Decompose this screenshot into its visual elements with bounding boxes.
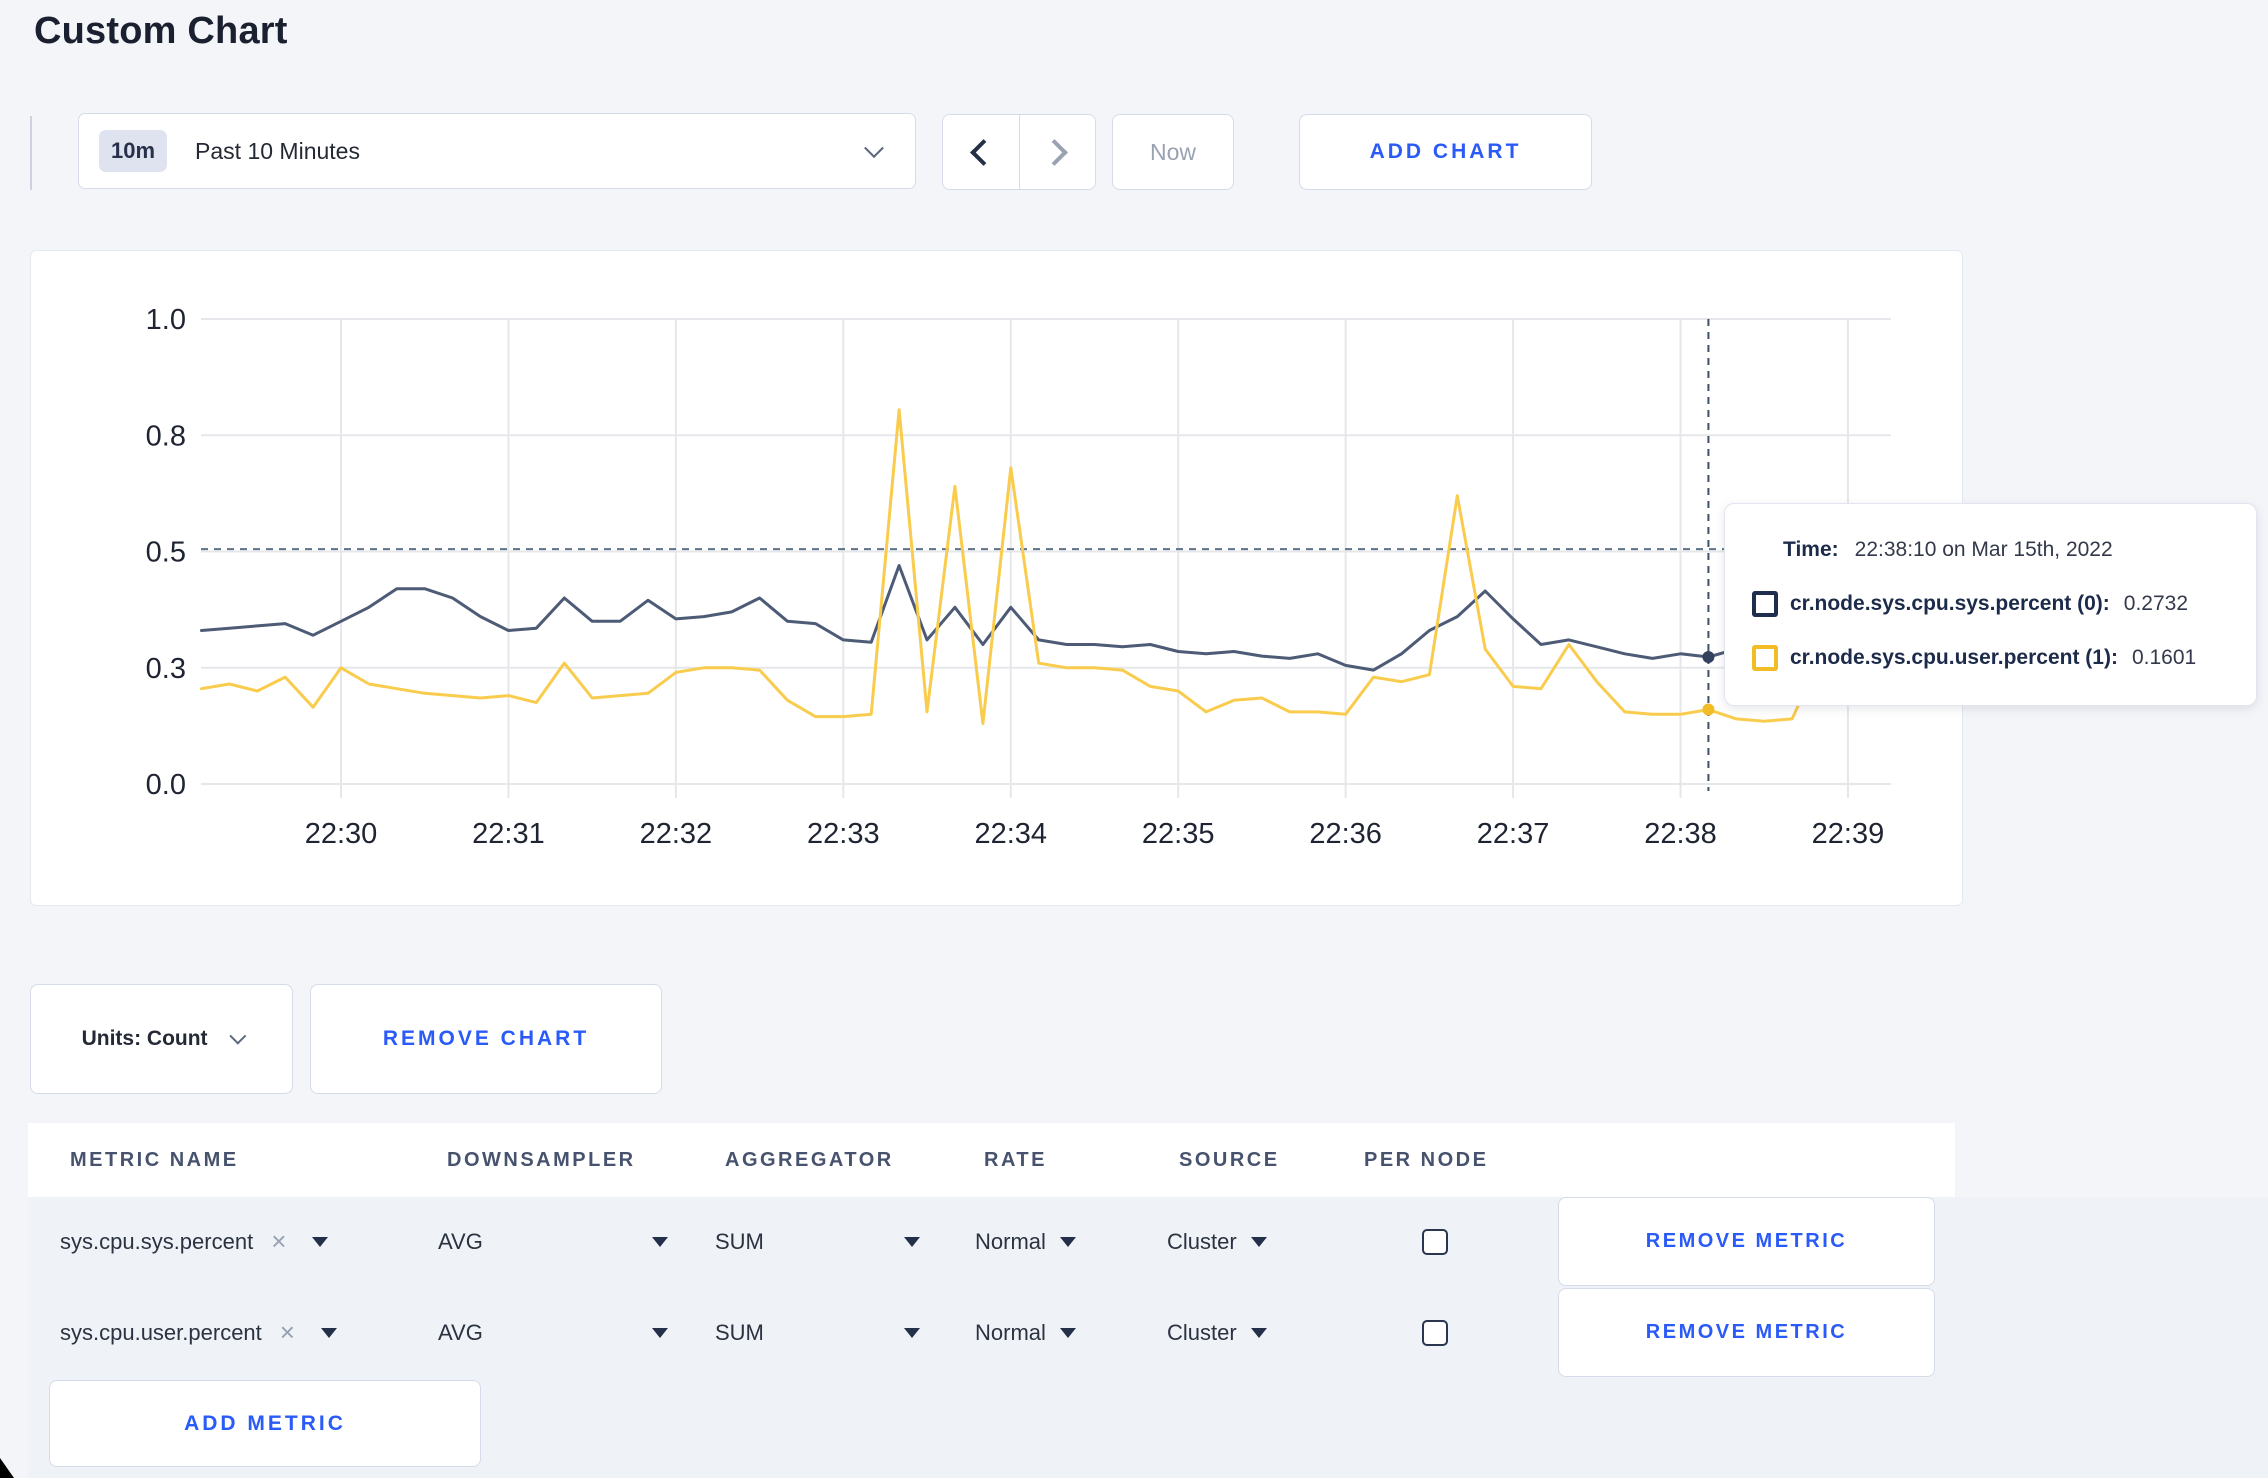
user-series-swatch-icon	[1752, 644, 1778, 671]
remove-metric-button[interactable]: REMOVE METRIC	[1558, 1197, 1935, 1286]
downsampler-value: AVG	[438, 1228, 483, 1254]
y-tick-label: 0.8	[146, 420, 186, 452]
caret-down-icon	[1250, 1327, 1267, 1338]
downsampler-value: AVG	[438, 1319, 483, 1345]
y-tick-label: 0.0	[146, 769, 186, 801]
per-node-checkbox[interactable]	[1422, 1319, 1448, 1346]
metric-name-value: sys.cpu.sys.percent	[60, 1228, 254, 1254]
caret-down-icon	[904, 1236, 920, 1247]
series-line-1	[200, 408, 1878, 726]
x-tick-label: 22:39	[1812, 818, 1885, 850]
tooltip-time-row: Time: 22:38:10 on Mar 15th, 2022	[1725, 538, 2256, 562]
per-node-cell	[1422, 1197, 1448, 1286]
caret-down-icon	[1250, 1236, 1267, 1247]
x-tick-label: 22:34	[974, 818, 1047, 850]
rate-value: Normal	[975, 1319, 1046, 1345]
caret-down-icon	[1059, 1236, 1076, 1247]
chevron-left-icon	[970, 138, 998, 166]
header-per-node: PER NODE	[1364, 1148, 1489, 1171]
header-aggregator: AGGREGATOR	[725, 1148, 894, 1171]
aggregator-select[interactable]: SUM	[715, 1197, 920, 1286]
header-metric-name: METRIC NAME	[70, 1148, 239, 1171]
now-button[interactable]: Now	[1112, 114, 1234, 190]
next-time-button[interactable]	[1018, 115, 1095, 189]
y-tick-label: 0.3	[146, 653, 186, 685]
metric-row: sys.cpu.sys.percent × AVG SUM Normal Clu…	[28, 1197, 1955, 1286]
downsampler-select[interactable]: AVG	[438, 1197, 668, 1286]
crosshair-marker	[1702, 650, 1715, 663]
x-tick-label: 22:35	[1142, 818, 1215, 850]
tooltip-series-row: cr.node.sys.cpu.user.percent (1): 0.1601	[1725, 644, 2256, 671]
tooltip-time-value: 22:38:10 on Mar 15th, 2022	[1854, 538, 2113, 562]
chevron-right-icon	[1040, 138, 1068, 166]
caret-down-icon	[652, 1327, 668, 1338]
header-rate: RATE	[984, 1148, 1047, 1171]
rate-value: Normal	[975, 1228, 1046, 1254]
tooltip-series-value: 0.1601	[2131, 645, 2197, 669]
per-node-cell	[1422, 1288, 1448, 1377]
time-range-badge: 10m	[99, 130, 168, 172]
aggregator-value: SUM	[715, 1319, 764, 1345]
tooltip-series-value: 0.2732	[2123, 591, 2189, 615]
time-range-label: Past 10 Minutes	[195, 137, 360, 164]
sys-series-swatch-icon	[1752, 590, 1778, 617]
y-tick-label: 0.5	[146, 537, 186, 569]
rate-select[interactable]: Normal	[975, 1197, 1076, 1286]
per-node-checkbox[interactable]	[1422, 1228, 1448, 1255]
source-value: Cluster	[1167, 1319, 1237, 1345]
aggregator-value: SUM	[715, 1228, 764, 1254]
header-downsampler: DOWNSAMPLER	[447, 1148, 636, 1171]
chart-tooltip: Time: 22:38:10 on Mar 15th, 2022 cr.node…	[1724, 503, 2257, 706]
downsampler-select[interactable]: AVG	[438, 1288, 668, 1377]
caret-down-icon	[904, 1327, 920, 1338]
x-tick-label: 22:33	[807, 818, 880, 850]
caret-down-icon	[312, 1236, 329, 1247]
units-dropdown[interactable]: Units: Count	[30, 984, 293, 1094]
chart-card: 0.0 0.3 0.5 0.8 1.0 22:30 22:31 22:32 22:33 22:34…	[30, 250, 1963, 906]
x-tick-label: 22:31	[472, 818, 545, 850]
x-tick-label: 22:36	[1309, 818, 1382, 850]
clear-metric-icon[interactable]: ×	[280, 1317, 295, 1348]
chevron-down-icon	[229, 1027, 247, 1045]
metric-name-value: sys.cpu.user.percent	[60, 1319, 262, 1345]
time-range-dropdown[interactable]: 10m Past 10 Minutes	[78, 113, 916, 189]
clear-metric-icon[interactable]: ×	[271, 1226, 286, 1257]
x-tick-label: 22:32	[640, 818, 713, 850]
page-title: Custom Chart	[34, 10, 288, 52]
units-label: Units: Count	[81, 1027, 208, 1050]
line-chart[interactable]: 0.0 0.3 0.5 0.8 1.0 22:30 22:31 22:32 22:33 22:34…	[31, 251, 1964, 907]
remove-chart-button[interactable]: REMOVE CHART	[310, 984, 662, 1094]
prev-time-button[interactable]	[943, 115, 1019, 189]
time-nav-group	[942, 114, 1096, 190]
chevron-down-icon	[864, 138, 884, 159]
remove-metric-button[interactable]: REMOVE METRIC	[1558, 1288, 1935, 1377]
aggregator-select[interactable]: SUM	[715, 1288, 920, 1377]
x-tick-label: 22:30	[305, 818, 378, 850]
tooltip-time-label: Time:	[1783, 538, 1839, 562]
x-tick-label: 22:37	[1477, 818, 1550, 850]
caret-down-icon	[652, 1236, 668, 1247]
header-source: SOURCE	[1179, 1148, 1280, 1171]
metrics-table-header: METRIC NAME DOWNSAMPLER AGGREGATOR RATE …	[28, 1123, 1955, 1197]
source-select[interactable]: Cluster	[1167, 1197, 1267, 1286]
metric-name-select[interactable]: sys.cpu.sys.percent ×	[60, 1197, 329, 1286]
custom-chart-page: Custom Chart 10m Past 10 Minutes Now ADD…	[0, 0, 2268, 1478]
source-value: Cluster	[1167, 1228, 1237, 1254]
metric-name-select[interactable]: sys.cpu.user.percent ×	[60, 1288, 337, 1377]
rate-select[interactable]: Normal	[975, 1288, 1076, 1377]
toolbar-divider	[30, 116, 32, 190]
add-metric-button[interactable]: ADD METRIC	[49, 1380, 481, 1467]
caret-down-icon	[1059, 1327, 1076, 1338]
source-select[interactable]: Cluster	[1167, 1288, 1267, 1377]
tooltip-series-row: cr.node.sys.cpu.sys.percent (0): 0.2732	[1725, 590, 2256, 617]
y-tick-label: 1.0	[146, 304, 186, 336]
x-tick-label: 22:38	[1644, 818, 1717, 850]
caret-down-icon	[320, 1327, 337, 1338]
add-chart-button[interactable]: ADD CHART	[1299, 114, 1592, 190]
crosshair-marker	[1702, 703, 1715, 716]
mouse-cursor	[0, 1458, 14, 1478]
tooltip-series-name: cr.node.sys.cpu.user.percent (1):	[1790, 645, 2118, 669]
metric-row: sys.cpu.user.percent × AVG SUM Normal Cl…	[28, 1288, 1955, 1377]
tooltip-series-name: cr.node.sys.cpu.sys.percent (0):	[1790, 591, 2110, 615]
